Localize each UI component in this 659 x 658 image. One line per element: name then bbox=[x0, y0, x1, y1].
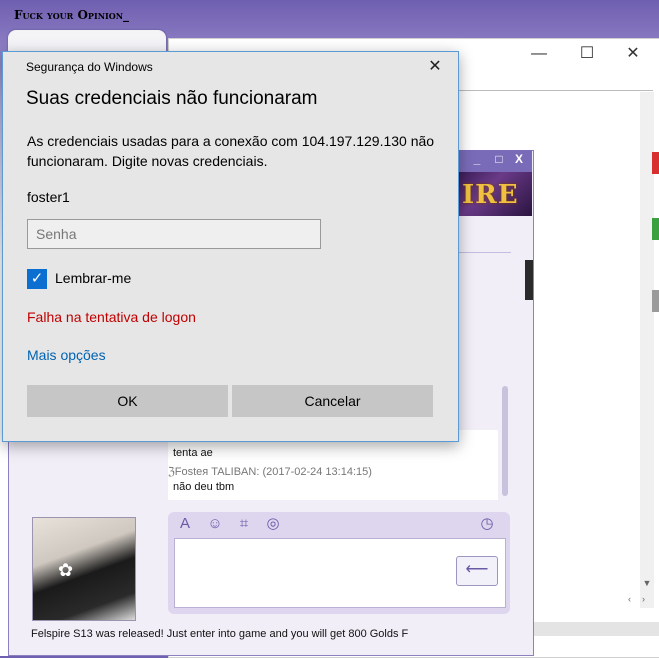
edge-marker-red bbox=[652, 152, 659, 174]
error-message: Falha na tentativa de logon bbox=[27, 309, 196, 325]
dialog-heading: Suas credenciais não funcionaram bbox=[26, 88, 318, 109]
message-meta: ℨFosteя TALIBAN: (2017-02-24 13:14:15) bbox=[168, 466, 372, 478]
browser-tab-label: Fuck your Opinion_ bbox=[14, 8, 130, 22]
chat-scrollbar[interactable] bbox=[502, 386, 508, 496]
game-banner-logo: IRE bbox=[462, 180, 519, 210]
ok-button[interactable]: OK bbox=[27, 385, 228, 417]
remember-checkbox[interactable]: ✓ bbox=[27, 269, 47, 289]
emoji-icon[interactable]: ☺ bbox=[206, 515, 224, 533]
dialog-title: Segurança do Windows bbox=[26, 60, 153, 74]
send-button[interactable]: ⟵ bbox=[456, 556, 498, 586]
scroll-right-icon[interactable]: › bbox=[642, 594, 654, 604]
cancel-button[interactable]: Cancelar bbox=[232, 385, 433, 417]
crop-icon[interactable]: ⌗ bbox=[235, 515, 253, 533]
edge-marker-gray bbox=[652, 290, 659, 312]
chat-titlebar: _ □ X bbox=[448, 150, 532, 172]
avatar bbox=[32, 517, 136, 621]
shake-icon[interactable]: ◎ bbox=[264, 515, 282, 533]
side-panel-edge bbox=[525, 260, 533, 300]
history-icon[interactable]: ◷ bbox=[478, 515, 496, 533]
chat-maximize-button[interactable]: □ bbox=[490, 152, 508, 166]
adidas-logo-icon: ✿ bbox=[58, 560, 74, 580]
scroll-left-icon[interactable]: ‹ bbox=[628, 594, 640, 604]
password-input[interactable] bbox=[27, 219, 321, 249]
announcement-text: Felspire S13 was released! Just enter in… bbox=[31, 628, 409, 640]
dialog-close-icon[interactable]: ✕ bbox=[424, 56, 446, 78]
chat-close-button[interactable]: X bbox=[510, 152, 528, 166]
close-button[interactable]: ✕ bbox=[618, 43, 648, 65]
horizontal-scrollbar[interactable] bbox=[520, 622, 659, 636]
message-text: tenta ae bbox=[173, 447, 213, 459]
more-options-link[interactable]: Mais opções bbox=[27, 347, 106, 363]
maximize-button[interactable]: ☐ bbox=[572, 43, 602, 65]
edge-marker-green bbox=[652, 218, 659, 240]
message-text: não deu tbm bbox=[173, 481, 235, 493]
divider bbox=[457, 252, 511, 253]
username-label: foster1 bbox=[27, 189, 70, 205]
scroll-down-icon[interactable]: ▼ bbox=[641, 578, 653, 590]
enter-icon: ⟵ bbox=[465, 561, 489, 578]
chat-minimize-button[interactable]: _ bbox=[468, 152, 486, 166]
checkmark-icon: ✓ bbox=[30, 270, 44, 287]
remember-label[interactable]: Lembrar-me bbox=[55, 270, 131, 286]
dialog-message: As credenciais usadas para a conexão com… bbox=[27, 133, 435, 169]
minimize-button[interactable]: — bbox=[524, 43, 554, 65]
font-icon[interactable]: A bbox=[176, 515, 194, 533]
